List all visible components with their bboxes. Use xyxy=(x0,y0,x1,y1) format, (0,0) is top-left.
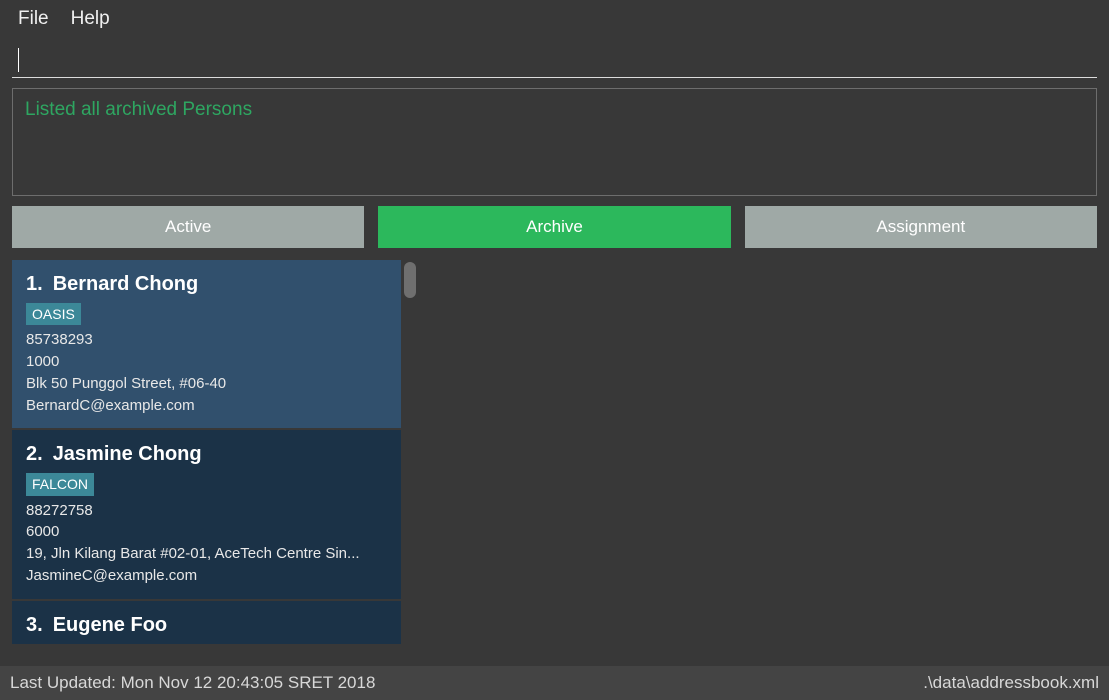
status-last-updated: Last Updated: Mon Nov 12 20:43:05 SRET 2… xyxy=(10,673,375,693)
person-tag: FALCON xyxy=(26,473,94,495)
person-email: BernardC@example.com xyxy=(26,395,387,417)
status-bar: Last Updated: Mon Nov 12 20:43:05 SRET 2… xyxy=(0,666,1109,700)
menu-bar: File Help xyxy=(0,0,1109,38)
command-input[interactable] xyxy=(12,42,1097,78)
person-salary: 6000 xyxy=(26,521,387,543)
scrollbar-thumb[interactable] xyxy=(404,262,416,298)
tab-archive[interactable]: Archive xyxy=(378,206,730,248)
person-address: 19, Jln Kilang Barat #02-01, AceTech Cen… xyxy=(26,543,387,565)
text-caret xyxy=(18,48,19,72)
tab-assignment[interactable]: Assignment xyxy=(745,206,1097,248)
tabs-row: Active Archive Assignment xyxy=(12,206,1097,248)
person-tag: OASIS xyxy=(26,303,81,325)
person-name: Eugene Foo xyxy=(53,614,167,636)
person-name: Bernard Chong xyxy=(53,273,199,295)
result-display: Listed all archived Persons xyxy=(12,88,1097,196)
tab-active[interactable]: Active xyxy=(12,206,364,248)
menu-help[interactable]: Help xyxy=(71,8,110,30)
person-title: 1. Bernard Chong xyxy=(26,270,387,299)
person-index: 1. xyxy=(26,273,43,295)
person-card[interactable]: 3. Eugene Foo xyxy=(12,601,401,644)
person-card[interactable]: 1. Bernard Chong OASIS 85738293 1000 Blk … xyxy=(12,260,401,428)
person-salary: 1000 xyxy=(26,351,387,373)
person-title: 3. Eugene Foo xyxy=(26,611,387,640)
menu-file[interactable]: File xyxy=(18,8,49,30)
person-index: 2. xyxy=(26,443,43,465)
person-phone: 88272758 xyxy=(26,500,387,522)
result-message: Listed all archived Persons xyxy=(25,99,252,120)
list-scrollbar[interactable] xyxy=(403,260,417,658)
person-phone: 85738293 xyxy=(26,329,387,351)
main-split: 1. Bernard Chong OASIS 85738293 1000 Blk … xyxy=(12,260,1097,658)
detail-panel xyxy=(427,260,1097,658)
persons-list[interactable]: 1. Bernard Chong OASIS 85738293 1000 Blk … xyxy=(12,260,401,658)
person-title: 2. Jasmine Chong xyxy=(26,440,387,469)
persons-list-panel: 1. Bernard Chong OASIS 85738293 1000 Blk … xyxy=(12,260,417,658)
person-index: 3. xyxy=(26,614,43,636)
person-name: Jasmine Chong xyxy=(53,443,202,465)
person-email: JasmineC@example.com xyxy=(26,565,387,587)
person-card[interactable]: 2. Jasmine Chong FALCON 88272758 6000 19,… xyxy=(12,430,401,598)
command-area xyxy=(12,42,1097,78)
status-file-path: .\data\addressbook.xml xyxy=(923,673,1099,693)
person-address: Blk 50 Punggol Street, #06-40 xyxy=(26,373,387,395)
